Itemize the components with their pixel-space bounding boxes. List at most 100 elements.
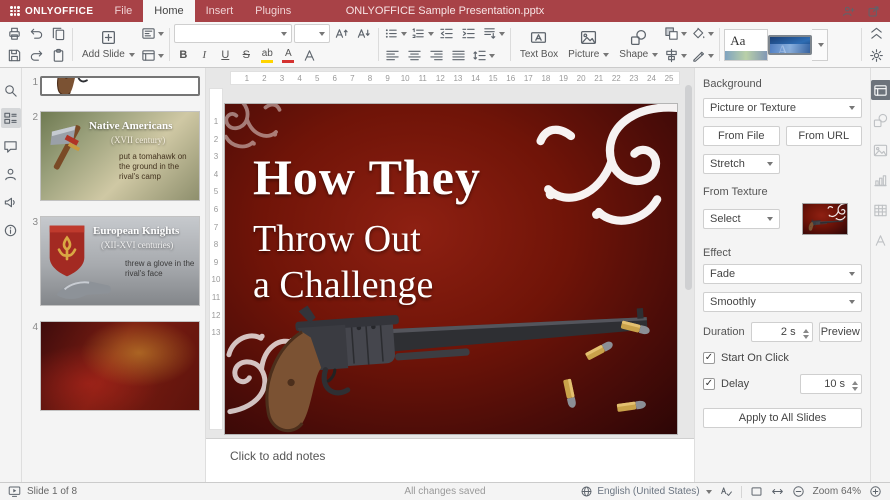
manage-access-icon[interactable]	[842, 5, 855, 18]
theme-gallery-expand-button[interactable]	[812, 29, 828, 61]
vertical-ruler[interactable]: 12345678910111213	[209, 88, 223, 430]
save-button[interactable]	[4, 46, 24, 65]
font-name-combo[interactable]	[174, 24, 292, 43]
fill-style-select[interactable]: Stretch	[703, 154, 780, 174]
theme-preview-selected[interactable]: A	[768, 35, 812, 55]
slides-panel-icon[interactable]	[1, 108, 21, 128]
effect-select[interactable]: Fade	[703, 264, 862, 284]
notes-area[interactable]: Click to add notes	[206, 438, 694, 482]
change-layout-button[interactable]	[140, 24, 165, 43]
tab-file[interactable]: File	[104, 0, 144, 22]
decrease-font-size-button[interactable]	[354, 24, 374, 43]
open-file-location-icon[interactable]	[867, 5, 880, 18]
scrollbar-thumb[interactable]	[685, 85, 692, 290]
slide-editor-canvas[interactable]: 1234567891011121314151617181920212223242…	[206, 68, 694, 438]
current-slide[interactable]: How They Throw Out a Challenge	[225, 104, 677, 434]
start-slideshow-button[interactable]	[8, 485, 21, 498]
slide-thumbnail-3[interactable]: 3 European Knights (XII-XVI centuries) t…	[24, 216, 201, 306]
increase-indent-button[interactable]	[459, 24, 479, 43]
slide-thumbnail-image[interactable]: Native Americans (XVII century) put a to…	[40, 111, 200, 201]
clear-style-button[interactable]	[300, 46, 320, 65]
view-settings-button[interactable]	[866, 46, 886, 65]
spinner-arrows-icon[interactable]	[852, 378, 858, 394]
duration-input[interactable]: 2 s	[751, 322, 813, 342]
align-center-button[interactable]	[405, 46, 425, 65]
font-color-button[interactable]: A	[279, 46, 298, 65]
textart-settings-icon[interactable]	[871, 230, 890, 250]
slide-thumbnail-2[interactable]: 2 Native Americans (XVII century) put a …	[24, 111, 201, 201]
slide-thumbnail-1[interactable]: 1 How They Throw Out a Challenge	[24, 76, 201, 96]
align-shape-button[interactable]	[663, 46, 688, 65]
tab-plugins[interactable]: Plugins	[244, 0, 302, 22]
feedback-icon[interactable]	[1, 192, 21, 212]
about-icon[interactable]	[1, 220, 21, 240]
apply-to-all-slides-button[interactable]: Apply to All Slides	[703, 408, 862, 428]
font-size-combo[interactable]	[294, 24, 330, 43]
numbering-button[interactable]	[410, 24, 435, 43]
redo-button[interactable]	[26, 46, 46, 65]
slide-settings-icon[interactable]	[871, 80, 890, 100]
zoom-out-button[interactable]	[792, 485, 805, 498]
highlight-color-button[interactable]: ab	[258, 46, 277, 65]
insert-picture-button[interactable]: Picture	[563, 27, 614, 62]
bullets-button[interactable]	[383, 24, 408, 43]
tab-home[interactable]: Home	[143, 0, 194, 22]
italic-button[interactable]: I	[195, 46, 214, 65]
increase-font-size-button[interactable]	[332, 24, 352, 43]
insert-shape-button[interactable]: Shape	[614, 27, 663, 62]
shape-fill-button[interactable]	[690, 24, 715, 43]
slide-thumbnail-image[interactable]	[40, 321, 200, 411]
strikethrough-button[interactable]: S	[237, 46, 256, 65]
print-button[interactable]	[4, 24, 24, 43]
comments-icon[interactable]	[1, 136, 21, 156]
ruler-number: 18	[537, 74, 555, 83]
table-settings-icon[interactable]	[871, 200, 890, 220]
fit-to-slide-button[interactable]	[750, 485, 763, 498]
delay-input[interactable]: 10 s	[800, 374, 862, 394]
change-theme-button[interactable]	[140, 46, 165, 65]
slide-thumbnail-image[interactable]: European Knights (XII-XVI centuries) thr…	[40, 216, 200, 306]
copy-button[interactable]	[48, 24, 68, 43]
align-right-button[interactable]	[427, 46, 447, 65]
shape-settings-icon[interactable]	[871, 110, 890, 130]
start-on-click-checkbox[interactable]: ✓	[703, 352, 715, 364]
spell-check-button[interactable]	[720, 485, 733, 498]
from-file-button[interactable]: From File	[703, 126, 780, 146]
spinner-arrows-icon[interactable]	[803, 326, 809, 342]
paste-button[interactable]	[48, 46, 68, 65]
bold-button[interactable]: B	[174, 46, 193, 65]
effect-variant-select[interactable]: Smoothly	[703, 292, 862, 312]
search-icon[interactable]	[1, 80, 21, 100]
horizontal-ruler[interactable]: 1234567891011121314151617181920212223242…	[230, 71, 680, 85]
preview-button[interactable]: Preview	[819, 322, 862, 342]
add-slide-button[interactable]: Add Slide	[77, 27, 140, 62]
delay-checkbox[interactable]: ✓	[703, 378, 715, 390]
chat-icon[interactable]	[1, 164, 21, 184]
align-justify-button[interactable]	[449, 46, 469, 65]
insert-textbox-button[interactable]: Text Box	[515, 27, 563, 62]
theme-preview-default[interactable]: Aa	[724, 29, 768, 61]
arrange-shape-button[interactable]	[663, 24, 688, 43]
undo-button[interactable]	[26, 24, 46, 43]
background-texture-preview[interactable]	[802, 203, 848, 235]
line-spacing-button[interactable]	[471, 46, 496, 65]
align-left-button[interactable]	[383, 46, 403, 65]
from-url-button[interactable]: From URL	[786, 126, 863, 146]
underline-button[interactable]: U	[216, 46, 235, 65]
chart-settings-icon[interactable]	[871, 170, 890, 190]
document-language-button[interactable]: English (United States)	[580, 485, 711, 498]
slide-thumbnail-4[interactable]: 4	[24, 321, 201, 411]
canvas-vertical-scrollbar[interactable]	[685, 71, 692, 435]
zoom-in-button[interactable]	[869, 485, 882, 498]
shape-outline-button[interactable]	[690, 46, 715, 65]
vertical-align-button[interactable]	[481, 24, 506, 43]
image-settings-icon[interactable]	[871, 140, 890, 160]
thumb-subtitle: (XVII century)	[111, 135, 165, 145]
tab-insert[interactable]: Insert	[195, 0, 245, 22]
decrease-indent-button[interactable]	[437, 24, 457, 43]
fit-to-width-button[interactable]	[771, 485, 784, 498]
collapse-toolbar-button[interactable]	[866, 24, 886, 43]
background-fill-select[interactable]: Picture or Texture	[703, 98, 862, 118]
slide-thumbnail-image[interactable]: How They Throw Out a Challenge	[40, 76, 200, 96]
texture-select[interactable]: Select	[703, 209, 780, 229]
